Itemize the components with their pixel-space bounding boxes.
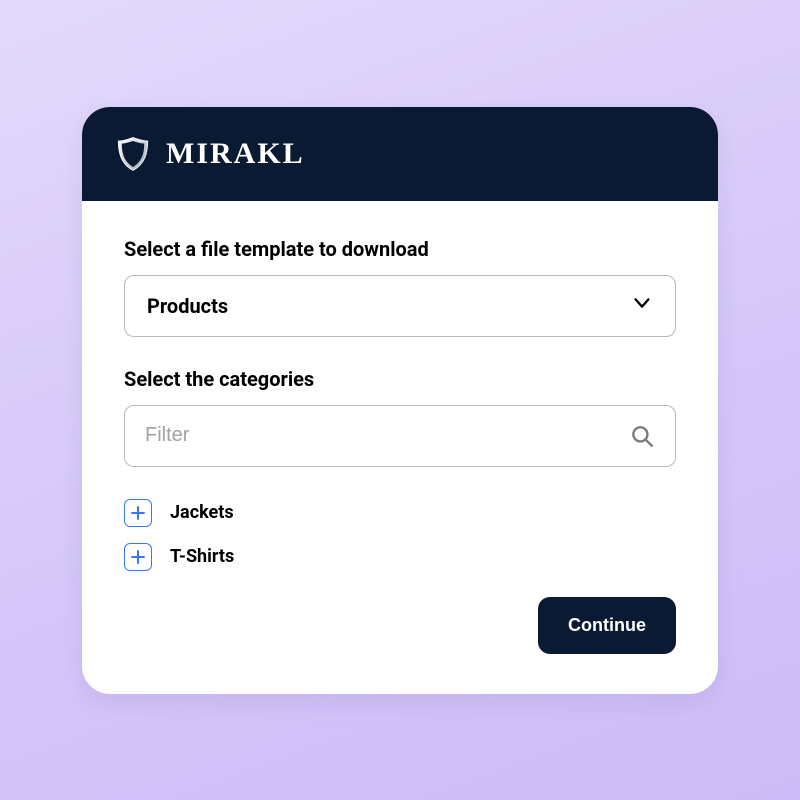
categories-label: Select the categories	[124, 367, 676, 391]
template-select[interactable]: Products	[124, 275, 676, 337]
search-icon	[629, 423, 655, 449]
category-label[interactable]: Jackets	[170, 502, 234, 523]
category-label[interactable]: T-Shirts	[170, 546, 234, 567]
continue-button[interactable]: Continue	[538, 597, 676, 654]
expand-button[interactable]	[124, 499, 152, 527]
template-select-label: Select a file template to download	[124, 237, 676, 261]
dialog-card: MIRAKL Select a file template to downloa…	[82, 107, 718, 694]
expand-button[interactable]	[124, 543, 152, 571]
dialog-body: Select a file template to download Produ…	[82, 201, 718, 694]
category-item: Jackets	[124, 491, 676, 535]
template-select-value: Products	[147, 294, 228, 318]
plus-icon	[131, 506, 145, 520]
plus-icon	[131, 550, 145, 564]
shield-logo-icon	[114, 135, 152, 173]
category-list: Jackets T-Shirts	[124, 491, 676, 579]
category-item: T-Shirts	[124, 535, 676, 579]
dialog-footer: Continue	[124, 597, 676, 654]
filter-input[interactable]	[145, 424, 629, 447]
brand-name: MIRAKL	[166, 137, 305, 171]
dialog-header: MIRAKL	[82, 107, 718, 201]
chevron-down-icon	[631, 292, 653, 319]
filter-field[interactable]	[124, 405, 676, 467]
